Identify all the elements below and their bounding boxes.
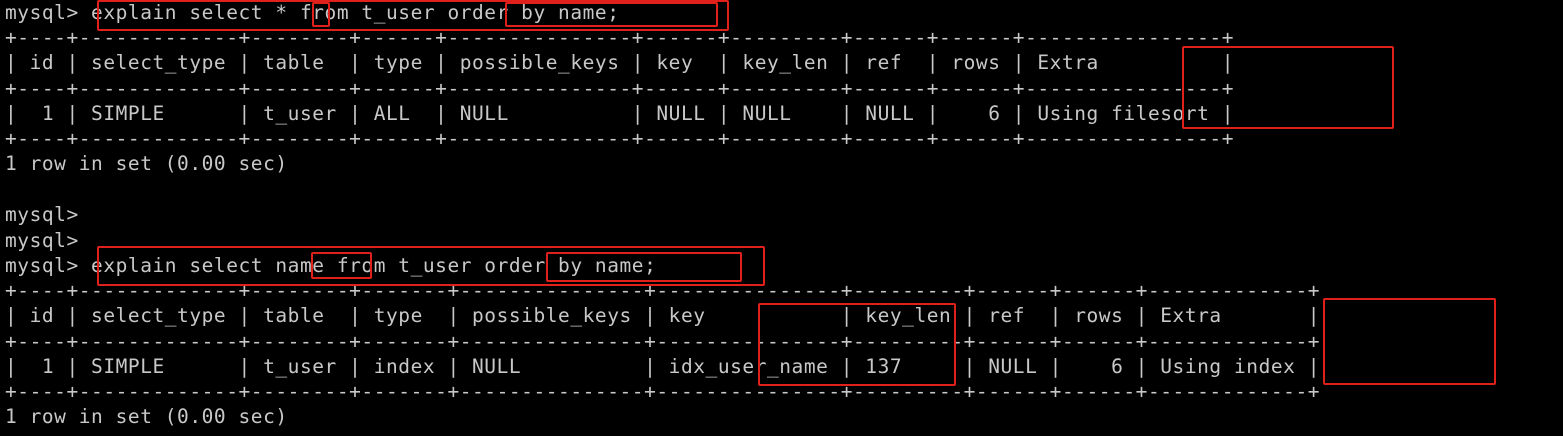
table-1-header-row: | id | select_type | table | type | poss… — [5, 51, 1234, 74]
query-1-prompt-line: mysql> explain select * from t_user orde… — [5, 1, 620, 24]
query-2-prompt-line: mysql> explain select name from t_user o… — [5, 254, 657, 277]
terminal-window[interactable]: mysql> explain select * from t_user orde… — [0, 0, 1563, 436]
result-1-summary: 1 row in set (0.00 sec) — [5, 152, 288, 175]
table-2-border-bottom: +----+-------------+--------+-------+---… — [5, 380, 1321, 403]
table-2-border-top: +----+-------------+--------+-------+---… — [5, 279, 1321, 302]
table-1-border-bottom: +----+-------------+--------+------+----… — [5, 127, 1234, 150]
table-2-border-mid: +----+-------------+--------+-------+---… — [5, 330, 1321, 353]
highlight-table-2-extra — [1323, 298, 1496, 385]
table-1-border-top: +----+-------------+--------+------+----… — [5, 26, 1234, 49]
empty-prompt-line: mysql> — [5, 203, 79, 226]
empty-prompt-line: mysql> — [5, 229, 79, 252]
table-2-data-row: | 1 | SIMPLE | t_user | index | NULL | i… — [5, 355, 1321, 378]
table-2-header-row: | id | select_type | table | type | poss… — [5, 304, 1321, 327]
table-1-data-row: | 1 | SIMPLE | t_user | ALL | NULL | NUL… — [5, 102, 1234, 125]
table-1-border-mid: +----+-------------+--------+------+----… — [5, 77, 1234, 100]
result-2-summary: 1 row in set (0.00 sec) — [5, 405, 288, 428]
